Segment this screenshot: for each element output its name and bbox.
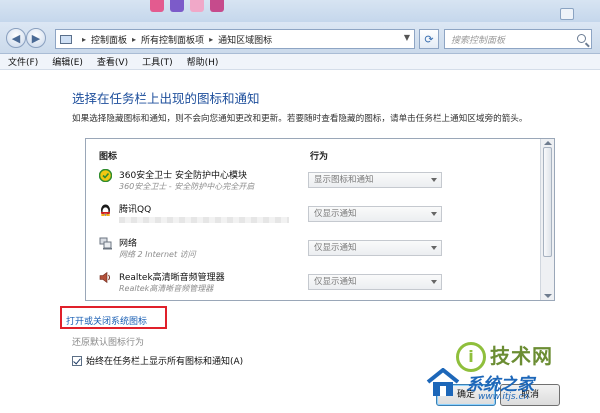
behavior-select[interactable]: 仅显示通知 xyxy=(308,274,442,290)
behavior-select[interactable]: 仅显示通知 xyxy=(308,206,442,222)
menu-tools[interactable]: 工具(T) xyxy=(142,55,173,68)
behavior-select[interactable]: 显示图标和通知 xyxy=(308,172,442,188)
behavior-value: 仅显示通知 xyxy=(314,243,357,253)
refresh-icon: ⟳ xyxy=(424,32,434,46)
refresh-button[interactable]: ⟳ xyxy=(419,29,439,49)
breadcrumb-notification-icons[interactable]: 通知区域图标 xyxy=(218,33,272,46)
column-header-behavior: 行为 xyxy=(310,152,329,162)
checkbox-label: 始终在任务栏上显示所有图标和通知(A) xyxy=(86,357,244,367)
speaker-icon xyxy=(99,271,110,284)
chevron-right-icon: ▸ xyxy=(132,34,137,44)
desktop-deco xyxy=(190,0,204,12)
search-icon[interactable] xyxy=(577,34,586,43)
row-name: 网络 xyxy=(119,239,138,249)
desktop-deco xyxy=(170,0,184,12)
address-bar[interactable]: ▸ 控制面板 ▸ 所有控制面板项 ▸ 通知区域图标 ▼ xyxy=(55,29,415,49)
menu-edit[interactable]: 编辑(E) xyxy=(52,55,83,68)
list-item: 360安全卫士 安全防护中心模块 360安全卫士 - 安全防护中心完全开启 显示… xyxy=(86,165,542,199)
row-name: 360安全卫士 安全防护中心模块 xyxy=(119,171,248,181)
row-subtitle: 网络 2 Internet 访问 xyxy=(119,250,196,259)
qq-penguin-icon xyxy=(101,204,110,216)
row-subtitle: Realtek高清晰音频管理器 xyxy=(119,284,214,293)
window-control-button[interactable] xyxy=(560,8,574,20)
main-content: 选择在任务栏上出现的图标和通知 如果选择隐藏图标和通知，则不会向您通知更改和更新… xyxy=(0,71,600,413)
menu-view[interactable]: 查看(V) xyxy=(97,55,128,68)
menu-bar: 文件(F) 编辑(E) 查看(V) 工具(T) 帮助(H) xyxy=(0,54,600,70)
scroll-thumb[interactable] xyxy=(543,147,552,257)
chevron-down-icon xyxy=(431,212,437,216)
search-placeholder: 搜索控制面板 xyxy=(451,35,506,46)
chevron-right-icon: ▸ xyxy=(209,34,214,44)
icon-list-panel: 图标 行为 360安全卫士 安全防护中心模块 360安全卫士 - 安全防护中心完… xyxy=(85,138,555,301)
page-title: 选择在任务栏上出现的图标和通知 xyxy=(72,91,260,106)
row-name: Realtek高清晰音频管理器 xyxy=(119,273,225,283)
list-item: 网络 网络 2 Internet 访问 仅显示通知 xyxy=(86,233,542,267)
address-toolbar: ◀ ▶ ▸ 控制面板 ▸ 所有控制面板项 ▸ 通知区域图标 ▼ ⟳ 搜索控制面板 xyxy=(0,22,600,54)
always-show-all-icons-option[interactable]: 始终在任务栏上显示所有图标和通知(A) xyxy=(72,354,243,367)
vertical-scrollbar[interactable] xyxy=(540,139,554,300)
behavior-value: 仅显示通知 xyxy=(314,209,357,219)
desktop-deco xyxy=(150,0,164,12)
search-input[interactable]: 搜索控制面板 xyxy=(444,29,592,49)
scroll-up-icon[interactable] xyxy=(544,141,552,145)
chevron-down-icon xyxy=(431,280,437,284)
restore-default-behavior-link[interactable]: 还原默认图标行为 xyxy=(72,335,144,348)
behavior-value: 显示图标和通知 xyxy=(314,175,374,185)
open-close-system-icons-link[interactable]: 打开或关闭系统图标 xyxy=(66,314,147,327)
checkbox[interactable] xyxy=(72,355,82,366)
page-description: 如果选择隐藏图标和通知，则不会向您通知更改和更新。若要随时查看隐藏的图标，请单击… xyxy=(72,114,528,124)
desktop-strip xyxy=(0,0,600,22)
chevron-down-icon xyxy=(431,246,437,250)
row-subtitle: 360安全卫士 - 安全防护中心完全开启 xyxy=(119,182,255,191)
cancel-button[interactable]: 取消 xyxy=(500,384,560,406)
behavior-value: 仅显示通知 xyxy=(314,277,357,287)
desktop-deco xyxy=(210,0,224,12)
ok-button[interactable]: 确定 xyxy=(436,384,496,406)
back-arrow-icon: ◀ xyxy=(11,31,21,45)
chevron-down-icon[interactable]: ▼ xyxy=(404,33,410,42)
shield-icon xyxy=(99,169,112,182)
behavior-select[interactable]: 仅显示通知 xyxy=(308,240,442,256)
chevron-down-icon xyxy=(431,178,437,182)
row-name: 腾讯QQ xyxy=(119,205,152,215)
scroll-down-icon[interactable] xyxy=(544,294,552,298)
list-item: Realtek高清晰音频管理器 Realtek高清晰音频管理器 仅显示通知 xyxy=(86,267,542,300)
menu-file[interactable]: 文件(F) xyxy=(8,55,38,68)
back-button[interactable]: ◀ xyxy=(6,28,26,48)
forward-arrow-icon: ▶ xyxy=(31,31,41,45)
chevron-right-icon: ▸ xyxy=(82,34,87,44)
forward-button[interactable]: ▶ xyxy=(26,28,46,48)
network-icon xyxy=(99,237,112,250)
column-header-icons: 图标 xyxy=(99,152,118,162)
computer-icon xyxy=(60,34,72,44)
breadcrumb-control-panel[interactable]: 控制面板 xyxy=(91,33,127,46)
breadcrumb-all-items[interactable]: 所有控制面板项 xyxy=(141,33,204,46)
list-item: 腾讯QQ 仅显示通知 xyxy=(86,199,542,233)
menu-help[interactable]: 帮助(H) xyxy=(187,55,219,68)
blurred-subtitle xyxy=(119,217,289,223)
